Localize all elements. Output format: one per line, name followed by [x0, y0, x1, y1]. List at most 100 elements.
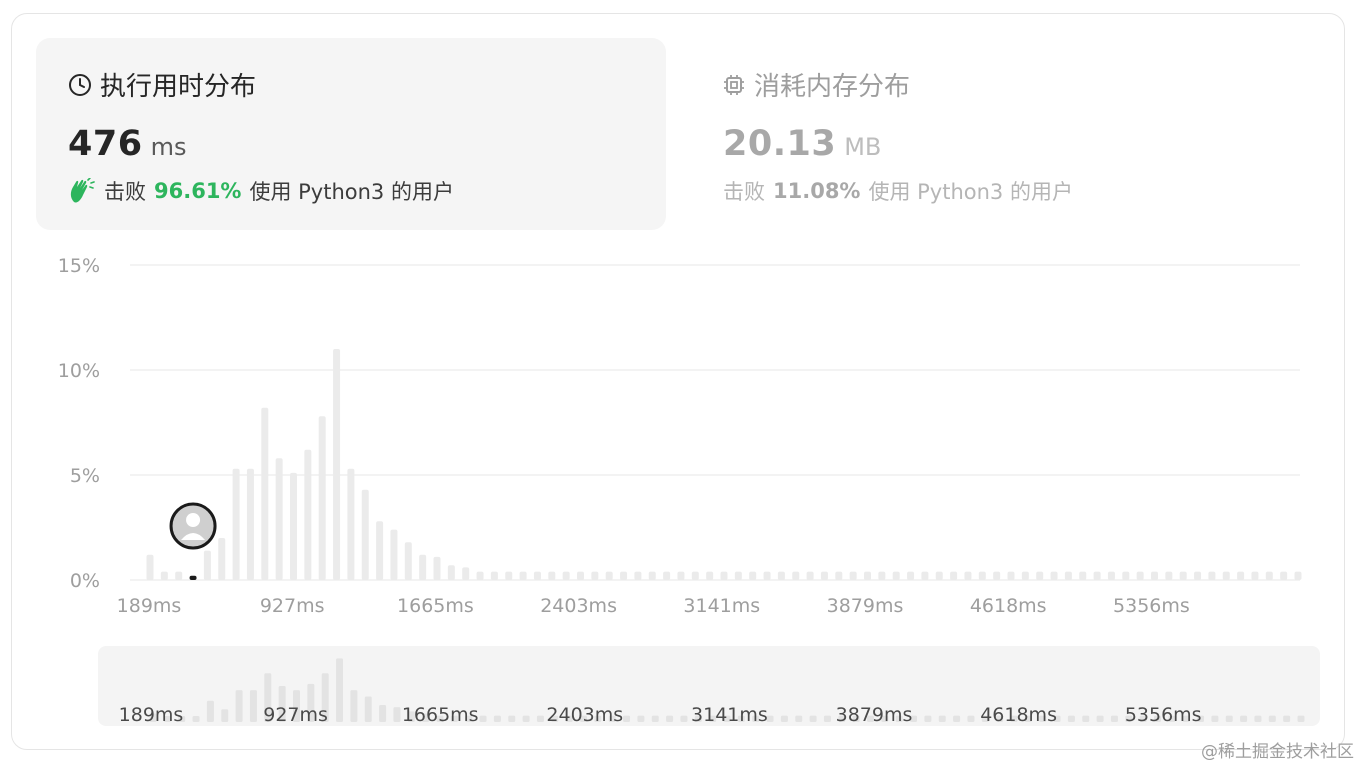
bar[interactable] — [447, 565, 455, 580]
bar[interactable] — [849, 571, 857, 580]
bar[interactable] — [677, 571, 685, 580]
overview-bar — [493, 715, 501, 722]
overview-bar — [1225, 715, 1233, 722]
bar[interactable] — [706, 571, 714, 580]
overview-bar — [206, 700, 214, 722]
bar[interactable] — [519, 571, 527, 580]
bar[interactable] — [1079, 571, 1087, 580]
bar[interactable] — [734, 571, 742, 580]
bar[interactable] — [490, 571, 498, 580]
overview-bar — [780, 715, 788, 722]
bar[interactable] — [275, 458, 283, 580]
bar[interactable] — [419, 554, 427, 580]
bar[interactable] — [1107, 571, 1115, 580]
overview-bar — [235, 690, 243, 722]
bar[interactable] — [1179, 571, 1187, 580]
bar-current[interactable] — [189, 575, 197, 580]
bar[interactable] — [175, 571, 183, 580]
bar[interactable] — [462, 567, 470, 580]
bar[interactable] — [964, 571, 972, 580]
bar[interactable] — [1280, 571, 1288, 580]
overview-bar — [680, 715, 688, 722]
bar[interactable] — [304, 449, 312, 580]
bar[interactable] — [720, 571, 728, 580]
bar[interactable] — [548, 571, 556, 580]
bar[interactable] — [1208, 571, 1216, 580]
bar[interactable] — [892, 571, 900, 580]
bar[interactable] — [333, 349, 341, 580]
overview-bar — [809, 715, 817, 722]
bar[interactable] — [562, 571, 570, 580]
bar[interactable] — [160, 571, 168, 580]
bar[interactable] — [993, 571, 1001, 580]
bar[interactable] — [1093, 571, 1101, 580]
overview-tick-label: 5356ms — [1125, 704, 1202, 726]
overview-bar — [1110, 715, 1118, 722]
bar[interactable] — [1050, 571, 1058, 580]
bar[interactable] — [1122, 571, 1130, 580]
bar[interactable] — [591, 571, 599, 580]
bar[interactable] — [146, 554, 154, 580]
bar[interactable] — [1021, 571, 1029, 580]
bar[interactable] — [361, 489, 369, 580]
bar[interactable] — [749, 571, 757, 580]
bar[interactable] — [1136, 571, 1144, 580]
overview-bar — [1283, 715, 1291, 722]
bar[interactable] — [261, 407, 269, 580]
x-tick-label: 189ms — [117, 595, 182, 617]
bar[interactable] — [921, 571, 929, 580]
bar[interactable] — [203, 550, 211, 580]
bar[interactable] — [290, 472, 297, 580]
bar[interactable] — [950, 571, 958, 580]
bar[interactable] — [835, 571, 843, 580]
bar[interactable] — [577, 571, 584, 580]
bar[interactable] — [505, 571, 513, 580]
bar[interactable] — [777, 571, 785, 580]
bar[interactable] — [1151, 571, 1158, 580]
bar[interactable] — [663, 571, 671, 580]
bar[interactable] — [1251, 571, 1259, 580]
x-tick-label: 927ms — [260, 595, 325, 617]
bar[interactable] — [907, 571, 915, 580]
bar[interactable] — [533, 571, 541, 580]
bar[interactable] — [1165, 571, 1173, 580]
bar[interactable] — [864, 571, 871, 580]
x-tick-label: 1665ms — [397, 595, 474, 617]
bar[interactable] — [347, 468, 355, 580]
bar[interactable] — [691, 571, 699, 580]
bar[interactable] — [246, 468, 254, 580]
bar[interactable] — [820, 571, 828, 580]
bar[interactable] — [878, 571, 886, 580]
bar[interactable] — [1222, 571, 1230, 580]
bar[interactable] — [318, 416, 326, 580]
bar[interactable] — [1194, 571, 1202, 580]
bar[interactable] — [634, 571, 642, 580]
bar[interactable] — [376, 521, 384, 580]
bar[interactable] — [1294, 571, 1302, 580]
overview-bar — [953, 715, 961, 722]
bar[interactable] — [763, 571, 771, 580]
bar[interactable] — [806, 571, 814, 580]
bar[interactable] — [218, 538, 226, 580]
overview-bar — [221, 709, 229, 722]
x-tick-label: 3879ms — [827, 595, 904, 617]
bar[interactable] — [1237, 571, 1245, 580]
bar[interactable] — [390, 529, 398, 580]
bar[interactable] — [620, 571, 628, 580]
bar[interactable] — [476, 571, 484, 580]
bar[interactable] — [978, 571, 986, 580]
bar[interactable] — [433, 556, 441, 580]
bar[interactable] — [1265, 571, 1273, 580]
overview-bar — [536, 715, 544, 722]
bar[interactable] — [605, 571, 613, 580]
bar[interactable] — [1007, 571, 1015, 580]
overview-bar — [651, 715, 659, 722]
bar[interactable] — [1064, 571, 1072, 580]
bar[interactable] — [1036, 571, 1044, 580]
bar[interactable] — [935, 571, 943, 580]
overview-tick-label: 1665ms — [402, 704, 479, 726]
bar[interactable] — [404, 542, 412, 580]
bar[interactable] — [792, 571, 800, 580]
bar[interactable] — [232, 468, 240, 580]
bar[interactable] — [648, 571, 656, 580]
